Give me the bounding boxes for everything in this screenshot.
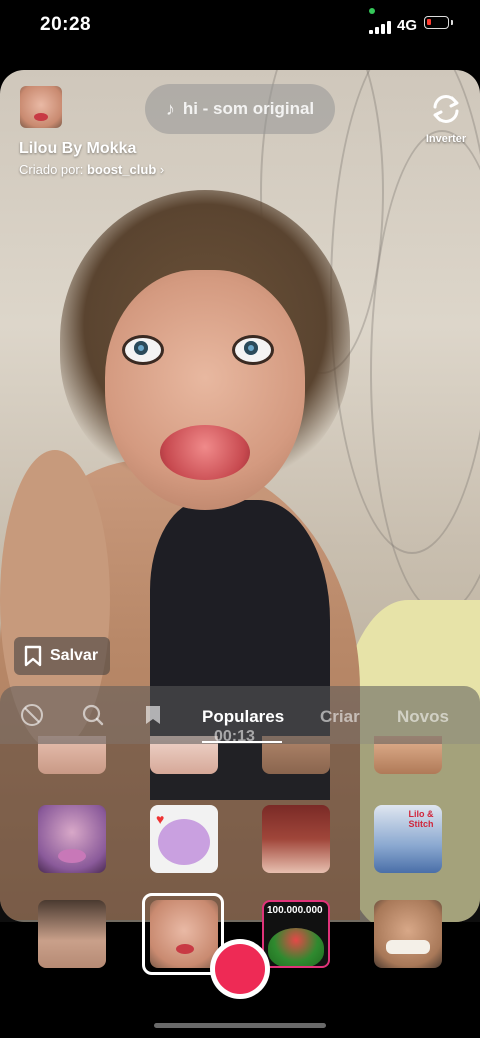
flip-camera-button[interactable]: Inverter: [424, 92, 468, 145]
sound-selector[interactable]: ♪ hi - som original: [145, 84, 335, 134]
stitch-logo: Lilo & Stitch: [408, 809, 434, 829]
home-indicator[interactable]: [154, 1023, 326, 1028]
tile-teeth-graphic: [386, 940, 430, 954]
effect-creator[interactable]: Criado por: boost_club ›: [19, 162, 164, 177]
subject-lips: [160, 425, 250, 480]
privacy-indicator-dot: [369, 8, 375, 14]
creator-prefix: Criado por:: [19, 162, 84, 177]
music-note-icon: ♪: [165, 98, 175, 119]
network-type: 4G: [397, 17, 418, 34]
effect-tile[interactable]: [38, 805, 106, 873]
flip-camera-icon: [433, 95, 459, 123]
recording-timer: 00:13: [214, 728, 255, 745]
record-button[interactable]: [210, 939, 270, 999]
effect-tile[interactable]: Lilo & Stitch: [374, 805, 442, 873]
tab-novos[interactable]: Novos: [397, 707, 449, 727]
tab-populares[interactable]: Populares: [202, 707, 284, 727]
tab-criar[interactable]: Criar: [320, 707, 360, 727]
flip-camera-label: Inverter: [425, 133, 467, 145]
tile-cartoon-graphic: [158, 819, 210, 865]
watermelon-graphic: [268, 928, 324, 966]
effect-tile[interactable]: [262, 805, 330, 873]
effect-thumbnail[interactable]: [20, 86, 62, 128]
effect-tile[interactable]: [38, 900, 106, 968]
status-time: 20:28: [40, 14, 92, 35]
bookmark-icon: [24, 645, 42, 667]
subject-eye: [232, 335, 274, 365]
effect-name[interactable]: Lilou By Mokka: [19, 140, 136, 158]
battery-icon: [424, 16, 453, 29]
search-icon[interactable]: [81, 703, 105, 727]
creator-name[interactable]: boost_club: [87, 162, 156, 177]
save-label: Salvar: [50, 647, 99, 664]
heart-icon: ♥: [156, 811, 165, 827]
no-effect-icon[interactable]: [20, 703, 44, 727]
tile-lips-graphic: [58, 849, 86, 863]
effect-tile[interactable]: ♥: [150, 805, 218, 873]
saved-bookmark-icon[interactable]: [141, 703, 165, 727]
sound-label: hi - som original: [182, 99, 315, 118]
tile-badge-text: 100.000.000: [267, 905, 323, 916]
subject-eye: [122, 335, 164, 365]
save-effect-button[interactable]: Salvar: [14, 637, 110, 675]
chevron-right-icon: ›: [159, 162, 165, 177]
signal-icon: [369, 20, 393, 34]
status-bar: 20:28 4G: [0, 0, 480, 60]
effect-tile[interactable]: [374, 900, 442, 968]
